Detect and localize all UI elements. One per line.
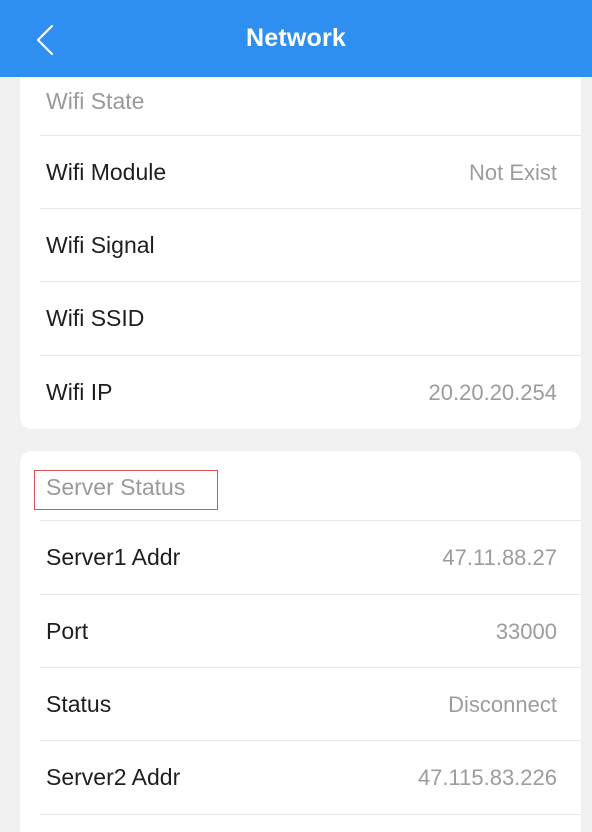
- wifi-module-value: Not Exist: [468, 159, 557, 185]
- port-value: 33000: [495, 618, 557, 644]
- server1-addr-label: Server1 Addr: [46, 544, 181, 570]
- server1-addr-value: 47.11.88.27: [442, 544, 557, 570]
- wifi-ip-label: Wifi IP: [46, 379, 113, 405]
- server2-addr-label: Server2 Addr: [46, 764, 181, 790]
- status-row[interactable]: Status Disconnect: [20, 668, 581, 741]
- wifi-ip-row[interactable]: Wifi IP 20.20.20.254: [20, 356, 581, 429]
- port-label: Port: [46, 618, 89, 644]
- divider: [40, 814, 581, 815]
- wifi-ssid-row[interactable]: Wifi SSID: [20, 282, 581, 355]
- wifi-signal-row[interactable]: Wifi Signal: [20, 209, 581, 282]
- port-row[interactable]: Port 33000: [20, 595, 581, 668]
- wifi-ip-value: 20.20.20.254: [428, 379, 557, 405]
- status-value: Disconnect: [448, 691, 557, 717]
- server-status-header: Server Status: [46, 474, 186, 500]
- top-app-bar: Network: [0, 0, 592, 77]
- wifi-module-label: Wifi Module: [46, 159, 167, 185]
- wifi-ssid-label: Wifi SSID: [46, 305, 145, 331]
- server2-addr-value: 47.115.83.226: [417, 764, 557, 790]
- page-title: Network: [245, 24, 347, 52]
- status-label: Status: [46, 691, 112, 717]
- wifi-module-row[interactable]: Wifi Module Not Exist: [20, 136, 581, 209]
- wifi-state-card: Wifi State Wifi Module Not Exist Wifi Si…: [20, 60, 581, 429]
- server1-addr-row[interactable]: Server1 Addr 47.11.88.27: [20, 521, 581, 594]
- server-status-card: Server Status Server1 Addr 47.11.88.27 P…: [20, 451, 581, 832]
- back-button[interactable]: [30, 22, 66, 58]
- server2-addr-row[interactable]: Server2 Addr 47.115.83.226: [20, 741, 581, 814]
- wifi-signal-label: Wifi Signal: [46, 232, 155, 258]
- wifi-state-header: Wifi State: [46, 88, 145, 114]
- chevron-left-icon: [36, 24, 54, 56]
